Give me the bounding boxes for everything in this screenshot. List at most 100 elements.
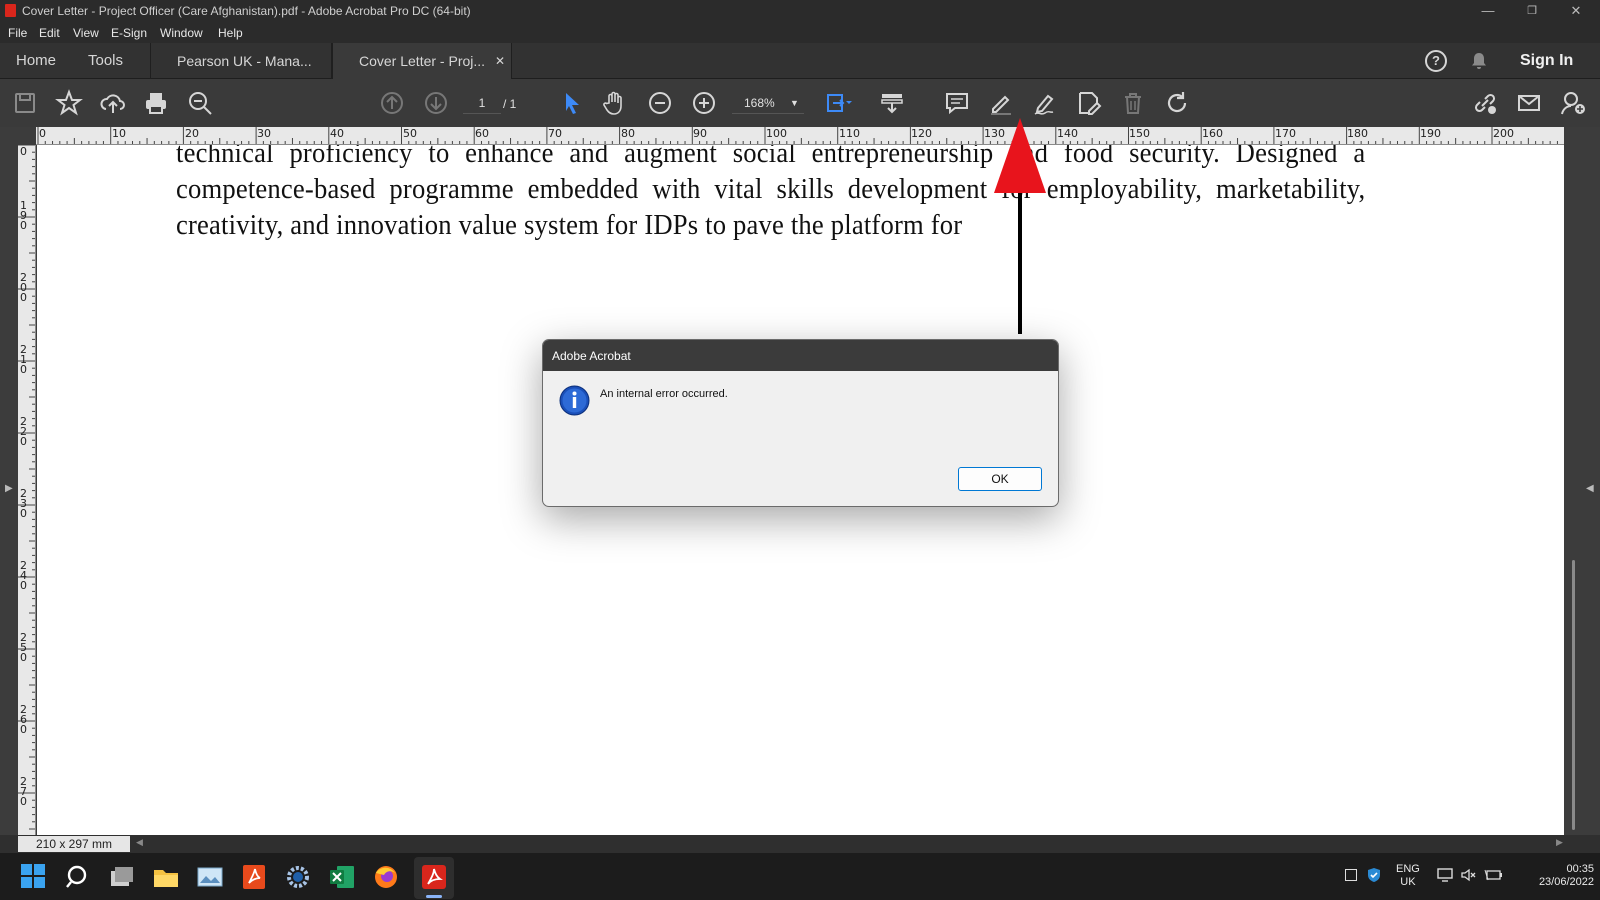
ruler-label: 260 xyxy=(20,703,27,736)
pdf-reader-icon[interactable] xyxy=(240,863,268,891)
minimize-button[interactable]: — xyxy=(1466,0,1510,22)
add-user-icon[interactable] xyxy=(1559,89,1587,117)
ruler-label: 100 xyxy=(766,127,787,140)
ruler-label: 220 xyxy=(20,415,27,448)
network-icon[interactable] xyxy=(1437,868,1453,882)
tab-cover-letter[interactable]: Cover Letter - Proj... ✕ xyxy=(332,43,512,79)
share-link-icon[interactable] xyxy=(1471,89,1499,117)
ruler-label: 90 xyxy=(693,127,707,140)
tab-cover-letter-label: Cover Letter - Proj... xyxy=(359,53,486,69)
page-total-label: / 1 xyxy=(503,97,517,111)
menu-window[interactable]: Window xyxy=(160,26,203,40)
ruler-label: 270 xyxy=(20,775,27,808)
ruler-label: 190 xyxy=(1420,127,1441,140)
ruler-label: 110 xyxy=(839,127,860,140)
windows-start-icon[interactable] xyxy=(20,863,48,891)
close-tab-icon[interactable]: ✕ xyxy=(495,43,505,79)
select-arrow-icon[interactable] xyxy=(558,89,586,117)
left-panel-toggle-icon[interactable]: ▶ xyxy=(5,483,13,494)
ruler-label: 0 xyxy=(20,145,27,158)
close-button[interactable]: ✕ xyxy=(1554,0,1598,22)
ruler-label: 120 xyxy=(911,127,932,140)
scroll-mode-icon[interactable] xyxy=(878,89,906,117)
ruler-label: 20 xyxy=(185,127,199,140)
document-line-1: technical proficiency to enhance and aug… xyxy=(176,145,1366,169)
fit-page-icon[interactable] xyxy=(824,89,852,117)
comment-icon[interactable] xyxy=(943,89,971,117)
photos-app-icon[interactable] xyxy=(196,863,224,891)
security-shield-icon[interactable] xyxy=(1366,867,1382,883)
restore-button[interactable]: ❐ xyxy=(1510,0,1554,22)
zoom-out-icon[interactable] xyxy=(646,89,674,117)
right-panel-toggle-icon[interactable]: ◀ xyxy=(1586,483,1594,494)
tray-notes-icon[interactable] xyxy=(1345,869,1357,881)
bookmark-star-icon[interactable] xyxy=(55,89,83,117)
page-up-icon[interactable] xyxy=(378,89,406,117)
menu-esign[interactable]: E-Sign xyxy=(111,26,147,40)
acrobat-taskbar-button[interactable] xyxy=(414,857,454,899)
chevron-down-icon: ▼ xyxy=(790,98,799,108)
highlight-pen-icon[interactable] xyxy=(987,89,1015,117)
sign-in-button[interactable]: Sign In xyxy=(1520,43,1573,79)
settings-gear-icon[interactable] xyxy=(284,863,312,891)
search-icon[interactable] xyxy=(64,863,92,891)
tab-tools[interactable]: Tools xyxy=(88,43,123,79)
help-icon[interactable]: ? xyxy=(1425,50,1447,72)
print-icon[interactable] xyxy=(142,89,170,117)
save-icon[interactable] xyxy=(11,89,39,117)
ok-button[interactable]: OK xyxy=(958,467,1042,491)
zoom-level-value: 168% xyxy=(744,96,775,110)
task-view-icon[interactable] xyxy=(108,863,136,891)
menu-help[interactable]: Help xyxy=(218,26,243,40)
menu-bar: File Edit View E-Sign Window Help xyxy=(0,22,1600,43)
ruler-label: 140 xyxy=(1057,127,1078,140)
taskbar: ENG UK 00:35 23/06/2022 xyxy=(0,853,1600,900)
page-down-icon[interactable] xyxy=(422,89,450,117)
ruler-label: 170 xyxy=(1275,127,1296,140)
hand-icon[interactable] xyxy=(601,89,629,117)
ruler-label: 70 xyxy=(548,127,562,140)
excel-icon[interactable] xyxy=(328,863,356,891)
upload-cloud-icon[interactable] xyxy=(99,89,127,117)
edit-pdf-icon[interactable] xyxy=(1075,89,1103,117)
file-explorer-icon[interactable] xyxy=(152,863,180,891)
zoom-level-select[interactable]: 168% ▼ xyxy=(732,92,804,114)
menu-edit[interactable]: Edit xyxy=(39,26,60,40)
ruler-label: 210 xyxy=(20,343,27,376)
info-icon xyxy=(559,385,590,416)
page-number-input[interactable]: 1 xyxy=(463,92,501,114)
firefox-icon[interactable] xyxy=(372,863,400,891)
menu-file[interactable]: File xyxy=(8,26,27,40)
rotate-icon[interactable] xyxy=(1163,89,1191,117)
scroll-left-icon[interactable]: ◀ xyxy=(136,837,143,848)
region-code: UK xyxy=(1400,876,1416,888)
document-line-3: creativity, and innovation value system … xyxy=(176,210,963,241)
ruler-label: 160 xyxy=(1202,127,1223,140)
tab-pearson-doc[interactable]: Pearson UK - Mana... xyxy=(150,43,332,79)
battery-icon[interactable] xyxy=(1484,868,1502,882)
annotation-arrow xyxy=(994,118,1046,334)
scroll-right-icon[interactable]: ▶ xyxy=(1556,837,1563,848)
volume-muted-icon[interactable] xyxy=(1460,867,1476,883)
clock[interactable]: 00:35 23/06/2022 xyxy=(1512,863,1594,889)
zoom-search-icon[interactable] xyxy=(186,89,214,117)
ruler-label: 240 xyxy=(20,559,27,592)
language-indicator[interactable]: ENG UK xyxy=(1396,863,1420,889)
sign-pen-icon[interactable] xyxy=(1031,89,1059,117)
ruler-label: 60 xyxy=(475,127,489,140)
ruler-label: 250 xyxy=(20,631,27,664)
delete-icon[interactable] xyxy=(1119,89,1147,117)
ruler-label: 30 xyxy=(257,127,271,140)
vertical-scrollbar[interactable] xyxy=(1572,560,1575,830)
main-toolbar: 1 / 1 168% ▼ xyxy=(0,79,1600,127)
ruler-label: 80 xyxy=(621,127,635,140)
bell-icon[interactable] xyxy=(1469,51,1489,71)
tab-home[interactable]: Home xyxy=(16,43,56,79)
menu-view[interactable]: View xyxy=(73,26,99,40)
email-icon[interactable] xyxy=(1515,89,1543,117)
vertical-ruler: 0 190 200 210 220 230 240 250 260 270 xyxy=(18,145,36,835)
ruler-label: 10 xyxy=(112,127,126,140)
ruler-label: 50 xyxy=(403,127,417,140)
zoom-in-icon[interactable] xyxy=(690,89,718,117)
ruler-label: 230 xyxy=(20,487,27,520)
